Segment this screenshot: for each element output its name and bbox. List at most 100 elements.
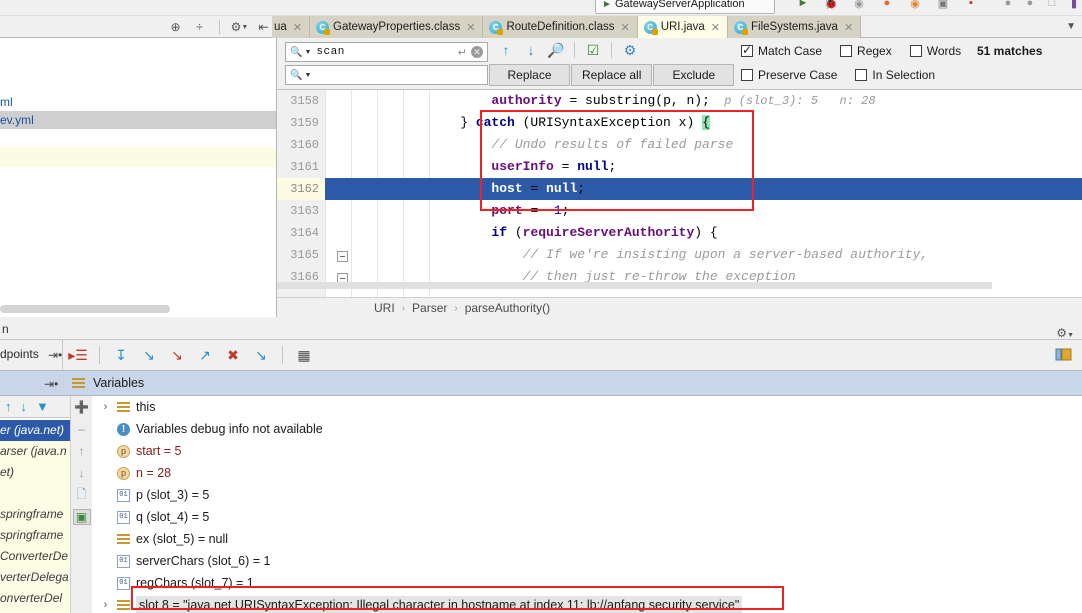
remove-watch-icon[interactable]: – — [73, 421, 91, 437]
step-over-icon[interactable]: ↧ — [112, 346, 130, 364]
run-to-cursor-icon[interactable]: ↘ — [252, 346, 270, 364]
force-step-into-icon[interactable]: ↘ — [168, 346, 186, 364]
chevron-down-icon[interactable]: ▼ — [304, 49, 311, 56]
pin-icon[interactable]: ⇥• — [44, 377, 58, 391]
step-out-icon[interactable]: ↗ — [196, 346, 214, 364]
settings-icon[interactable]: ● — [1022, 0, 1038, 11]
code-line[interactable]: } catch (URISyntaxException x) { — [277, 112, 1082, 134]
run-configuration-selector[interactable]: ► GatewayServerApplication — [595, 0, 775, 14]
list-item[interactable] — [0, 167, 276, 185]
hide-panel-icon[interactable]: ⇤ — [256, 20, 271, 35]
option-preserve-case[interactable]: Preserve Case — [741, 68, 837, 82]
checkbox-icon[interactable] — [855, 69, 868, 81]
move-up-icon[interactable]: ↑ — [73, 443, 91, 459]
variable-row[interactable]: 01 q (slot_4) = 5 — [92, 506, 1082, 528]
variable-row[interactable]: p start = 5 — [92, 440, 1082, 462]
variable-row[interactable]: p n = 28 — [92, 462, 1082, 484]
find-all-icon[interactable]: 🔎 — [547, 41, 565, 59]
plugin-icon[interactable]: ▮ — [1066, 0, 1082, 11]
pin-icon[interactable]: ⇥• — [48, 348, 62, 362]
stop-icon[interactable]: ▣ — [935, 0, 951, 11]
code-line[interactable]: userInfo = null; — [277, 156, 1082, 178]
run-dashboard-icon[interactable]: ◉ — [907, 0, 923, 11]
list-item[interactable] — [0, 129, 276, 147]
tab-list-chevron-down-icon[interactable]: ▼ — [1066, 21, 1076, 32]
close-icon[interactable]: ✕ — [711, 21, 720, 34]
frame-row[interactable] — [0, 483, 70, 504]
list-item[interactable]: ml — [0, 93, 276, 111]
run-icon[interactable]: ► — [795, 0, 811, 11]
frame-row[interactable]: verterDelega — [0, 567, 70, 588]
frames-down-icon[interactable]: ↓ — [21, 399, 28, 414]
code-line[interactable]: // Undo results of failed parse — [277, 134, 1082, 156]
variable-row[interactable]: › this — [92, 396, 1082, 418]
exclude-button[interactable]: Exclude — [653, 64, 735, 86]
debug-icon[interactable]: 🐞 — [823, 0, 839, 11]
move-down-icon[interactable]: ↓ — [73, 465, 91, 481]
editor-tab-0[interactable]: ua ✕ — [272, 16, 311, 38]
breadcrumb-item-1[interactable]: Parser — [412, 301, 447, 315]
editor-tab-3[interactable]: C URI.java ✕ — [637, 16, 729, 38]
replace-all-button[interactable]: Replace all — [571, 64, 653, 86]
left-panel-horizontal-scrollbar[interactable] — [0, 305, 170, 313]
editor-horizontal-scrollbar[interactable] — [277, 282, 992, 289]
option-words[interactable]: Words — [909, 44, 961, 58]
code-line[interactable]: if (requireServerAuthority) { — [277, 222, 1082, 244]
code-line[interactable]: port = -1; — [277, 200, 1082, 222]
profiler-icon[interactable]: ● — [879, 0, 895, 11]
variable-row[interactable]: 01 serverChars (slot_6) = 1 — [92, 550, 1082, 572]
chevron-down-icon[interactable]: ▼ — [304, 72, 311, 79]
search-input[interactable]: 🔍 ▼ scan ↵ ✕ — [285, 42, 488, 62]
variable-row[interactable]: ! Variables debug info not available — [92, 418, 1082, 440]
drop-frame-icon[interactable]: ✖ — [224, 346, 242, 364]
code-line[interactable]: // If we're insisting upon a server-base… — [277, 244, 1082, 266]
evaluate-expression-icon[interactable]: ▦ — [295, 346, 313, 364]
option-regex[interactable]: Regex — [840, 44, 892, 58]
variables-tree[interactable]: › this! Variables debug info not available… — [92, 396, 1082, 613]
filter-icon[interactable]: ▼ — [36, 399, 49, 414]
replace-input[interactable]: 🔍 ▼ — [285, 65, 488, 85]
frames-up-icon[interactable]: ↑ — [5, 399, 12, 414]
close-icon[interactable]: ✕ — [466, 21, 475, 34]
step-into-icon[interactable]: ↘ — [140, 346, 158, 364]
inspect-icon[interactable]: ▣ — [72, 509, 91, 525]
frame-row[interactable]: springframe — [0, 525, 70, 546]
layout-settings-icon[interactable] — [1055, 347, 1072, 362]
frame-row[interactable]: ConverterDe — [0, 546, 70, 567]
breadcrumb-item-0[interactable]: URI — [374, 301, 395, 315]
clear-icon[interactable]: ✕ — [471, 46, 483, 58]
resume-program-icon[interactable]: ▸☰ — [68, 346, 88, 364]
checkbox-icon[interactable] — [909, 45, 922, 57]
chevron-right-icon[interactable]: › — [100, 599, 111, 611]
code-fold-icon[interactable] — [337, 251, 348, 262]
gear-icon[interactable]: ⚙ ▼ — [231, 20, 249, 35]
list-item[interactable]: ev.yml — [0, 111, 276, 129]
close-icon[interactable]: ✕ — [844, 21, 853, 34]
checkbox-icon[interactable] — [741, 43, 753, 57]
select-all-occurrences-icon[interactable]: ☑ — [584, 41, 602, 59]
close-icon[interactable]: ✕ — [620, 21, 629, 34]
frame-row[interactable]: et) — [0, 462, 70, 483]
code-line[interactable]: host = null; — [277, 178, 1082, 200]
variable-row[interactable]: ex (slot_5) = null — [92, 528, 1082, 550]
layout-icon[interactable]: □ — [1044, 0, 1060, 11]
list-item[interactable] — [0, 147, 276, 167]
copy-icon[interactable]: 🗋 — [73, 487, 91, 503]
code-line[interactable]: authority = substring(p, n); p (slot_3):… — [277, 90, 1082, 112]
replace-button[interactable]: Replace — [489, 64, 570, 86]
target-icon[interactable]: ⊕ — [168, 20, 183, 35]
option-match-case[interactable]: Match Case — [741, 43, 822, 58]
coverage-icon[interactable]: ◉ — [851, 0, 867, 11]
breadcrumb-item-2[interactable]: parseAuthority() — [465, 301, 550, 315]
next-match-icon[interactable]: ↓ — [522, 41, 540, 59]
checkbox-icon[interactable] — [741, 69, 753, 81]
search-everywhere-icon[interactable]: ● — [1000, 0, 1016, 11]
frame-row[interactable]: onverterDel — [0, 588, 70, 609]
prev-match-icon[interactable]: ↑ — [497, 41, 515, 59]
editor-tab-2[interactable]: C RouteDefinition.class ✕ — [483, 16, 638, 38]
checkbox-icon[interactable] — [840, 45, 853, 57]
editor-tab-4[interactable]: C FileSystems.java ✕ — [728, 16, 862, 38]
chevron-right-icon[interactable]: › — [100, 401, 111, 413]
breakpoints-tab-label[interactable]: dpoints — [0, 347, 39, 361]
attach-icon[interactable]: ▪ — [963, 0, 979, 11]
